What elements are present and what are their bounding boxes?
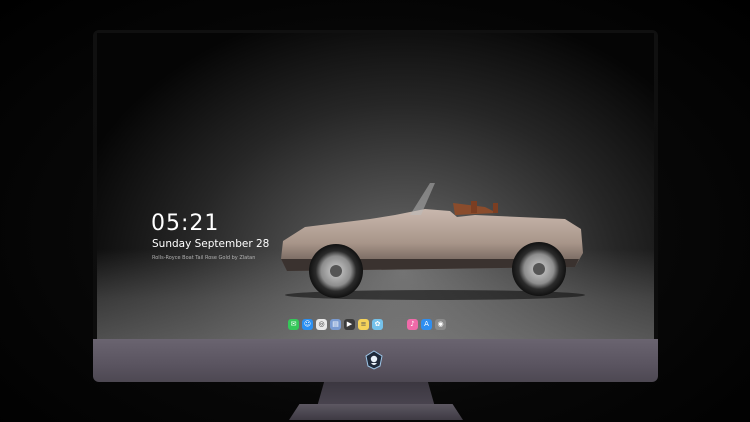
photos-icon[interactable]: ✿ <box>372 319 383 330</box>
messages-icon[interactable]: ✉ <box>288 319 299 330</box>
notes-icon[interactable]: ≡ <box>358 319 369 330</box>
preview-icon[interactable]: ▤ <box>330 319 341 330</box>
desktop-screen: 05:21 Sunday September 28 Rolls-Royce Bo… <box>97 33 654 339</box>
finder-icon[interactable]: ☺ <box>302 319 313 330</box>
lockscreen-date: Sunday September 28 <box>152 238 270 250</box>
final-cut-icon[interactable]: ▶ <box>344 319 355 330</box>
lockscreen-clock: 05:21 <box>151 211 220 236</box>
app-store-icon[interactable]: A <box>421 319 432 330</box>
car-wallpaper <box>281 183 585 300</box>
brand-logo-icon <box>365 350 383 370</box>
camera-icon[interactable]: ◉ <box>435 319 446 330</box>
itunes-icon[interactable]: ♪ <box>407 319 418 330</box>
monitor-stand-neck <box>317 382 435 407</box>
wallpaper-caption: Rolls-Royce Boat Tail Rose Gold by Zlata… <box>152 255 256 261</box>
dock: ✉ ☺ ◎ ▤ ▶ ≡ ✿ ♪ A ◉ <box>286 316 468 333</box>
safari-icon[interactable]: ◎ <box>316 319 327 330</box>
monitor-stand-base <box>289 404 463 420</box>
